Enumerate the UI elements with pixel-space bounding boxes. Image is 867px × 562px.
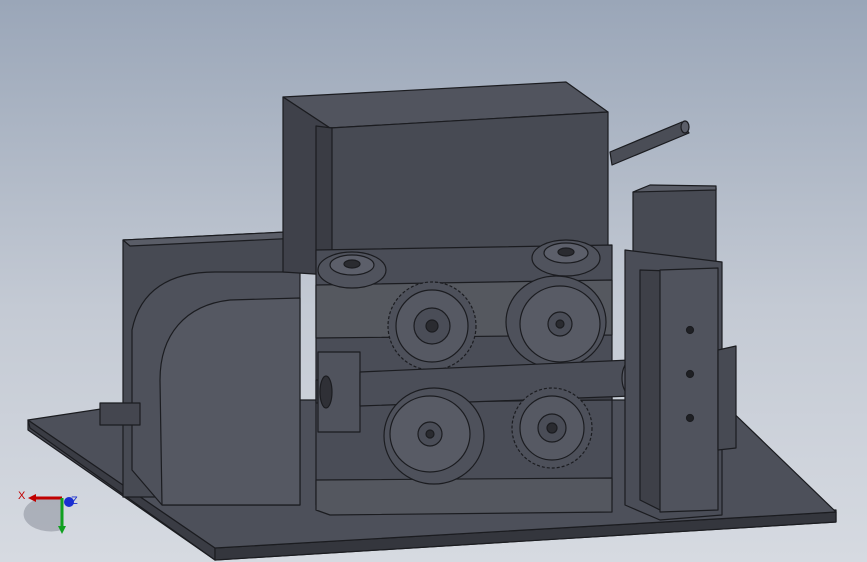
z-axis-label: Z (71, 495, 78, 507)
right-adjust-column[interactable] (624, 184, 737, 521)
x-axis-label: X (18, 490, 26, 502)
upper-gear[interactable] (387, 281, 477, 371)
upper-bearing-left[interactable] (317, 251, 387, 289)
upper-roller[interactable] (505, 275, 607, 369)
cad-assembly-model[interactable] (0, 0, 867, 562)
3d-graphics-viewport[interactable]: X Z (0, 0, 867, 562)
upper-bearing-right[interactable] (531, 239, 601, 277)
drive-shaft[interactable] (609, 120, 690, 166)
left-motor-housing[interactable] (99, 231, 301, 506)
lower-roller[interactable] (383, 387, 485, 485)
lower-gear[interactable] (511, 387, 593, 469)
coordinate-triad: X Z (14, 484, 84, 546)
